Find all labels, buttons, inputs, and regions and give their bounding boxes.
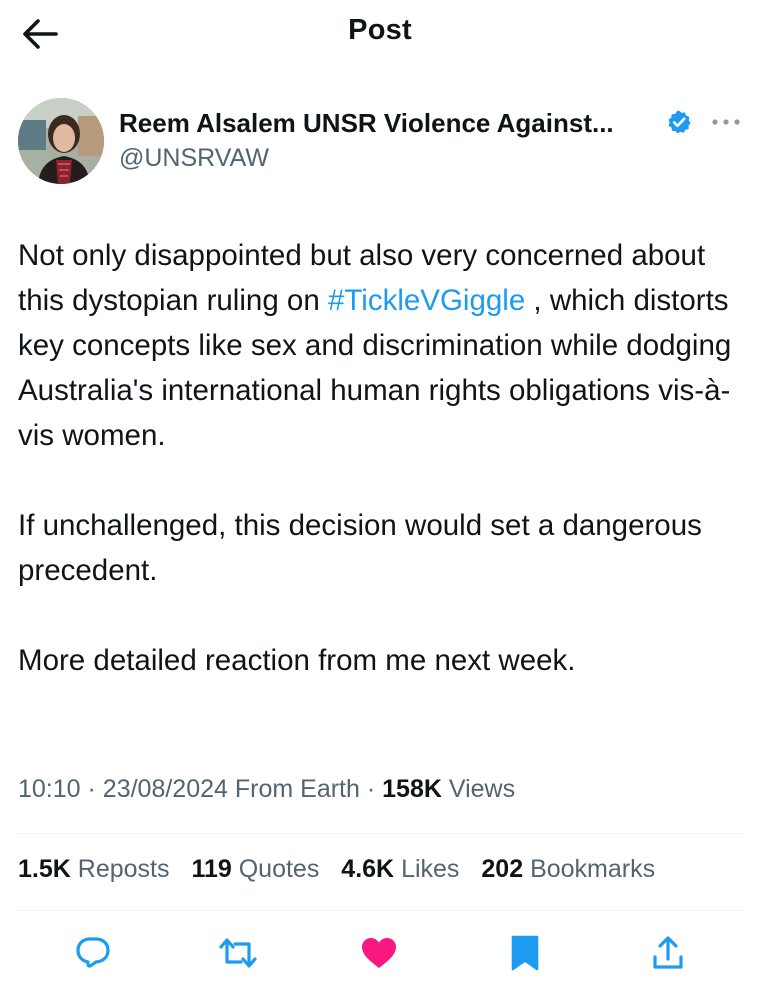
like-button[interactable]	[354, 928, 404, 978]
tweet-text: Not only disappointed but also very conc…	[18, 233, 742, 683]
views-label[interactable]: Views	[449, 775, 515, 803]
author-display-name[interactable]: Reem Alsalem UNSR Violence Against...	[119, 108, 614, 139]
avatar[interactable]	[18, 98, 104, 184]
meta-separator: ·	[366, 775, 376, 803]
post-date[interactable]: 23/08/2024	[103, 775, 228, 803]
reply-icon	[76, 937, 110, 968]
top-bar: Post	[0, 0, 760, 66]
heart-icon	[362, 938, 396, 968]
tweet-paragraph: More detailed reaction from me next week…	[18, 644, 576, 677]
bookmarks-count: 202	[481, 855, 524, 883]
quotes-label: Quotes	[238, 855, 320, 883]
views-count[interactable]: 158K	[382, 775, 442, 803]
divider	[18, 833, 742, 834]
quotes-count: 119	[191, 855, 232, 883]
post-meta: 10:10 · 23/08/2024 From Earth · 158K Vie…	[18, 775, 515, 804]
action-bar	[0, 928, 760, 978]
share-button[interactable]	[643, 928, 693, 978]
author-row: Reem Alsalem UNSR Violence Against... @U…	[18, 98, 742, 188]
post-source: From Earth	[234, 775, 360, 803]
reposts-label: Reposts	[77, 855, 170, 883]
bookmarks-label: Bookmarks	[530, 855, 656, 883]
reply-button[interactable]	[68, 928, 118, 978]
likes-stat[interactable]: 4.6K Likes	[341, 855, 459, 883]
bookmark-icon	[511, 935, 539, 971]
author-handle[interactable]: @UNSRVAW	[119, 144, 269, 173]
bookmark-button[interactable]	[500, 928, 550, 978]
post-time[interactable]: 10:10	[18, 775, 81, 803]
engagement-stats: 1.5K Reposts 119 Quotes 4.6K Likes 202 B…	[18, 855, 670, 884]
likes-label: Likes	[401, 855, 460, 883]
verified-badge-icon	[668, 110, 691, 134]
hashtag-link[interactable]: #TickleVGiggle	[328, 284, 525, 317]
divider	[18, 910, 742, 911]
repost-icon	[219, 938, 257, 968]
more-horizontal-icon[interactable]	[708, 108, 744, 136]
quotes-stat[interactable]: 119 Quotes	[191, 855, 319, 883]
reposts-stat[interactable]: 1.5K Reposts	[18, 855, 169, 883]
page-title: Post	[348, 14, 412, 46]
avatar-photo	[18, 98, 104, 184]
share-icon	[653, 936, 683, 969]
repost-button[interactable]	[213, 928, 263, 978]
bookmarks-stat[interactable]: 202 Bookmarks	[481, 855, 655, 883]
tweet-paragraph: If unchallenged, this decision would set…	[18, 509, 702, 587]
tweet-paragraph: Not only disappointed but also very conc…	[18, 233, 742, 458]
reposts-count: 1.5K	[18, 855, 71, 883]
likes-count: 4.6K	[341, 855, 395, 883]
meta-separator: ·	[87, 775, 96, 803]
